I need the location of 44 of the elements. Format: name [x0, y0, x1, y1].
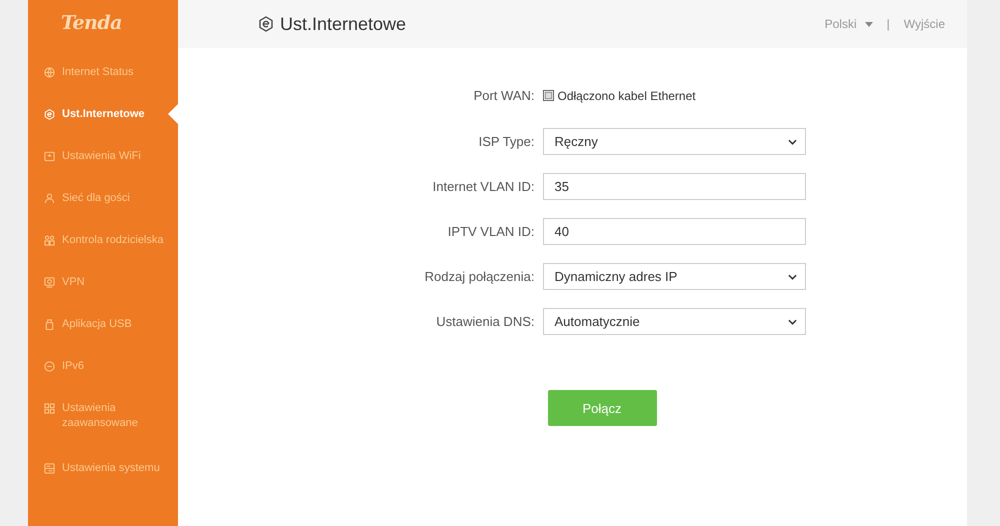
field-label: Ustawienia DNS: — [435, 314, 534, 329]
sidebar-item[interactable]: VPN — [28, 275, 178, 317]
menu-icon — [44, 319, 55, 330]
menu-icon — [44, 67, 55, 78]
sidebar-item[interactable]: Ustawienia WiFi — [28, 149, 178, 191]
input-field[interactable]: 40 — [542, 218, 806, 245]
status-text: Odłączono kabel Ethernet — [558, 88, 696, 102]
logout-link[interactable]: Wyjście — [904, 17, 945, 31]
caret-icon — [864, 22, 873, 26]
sidebar-item[interactable]: Ust.Internetowe — [28, 107, 178, 149]
language-dropdown[interactable]: Polski — [824, 17, 873, 31]
menu-icon — [44, 151, 55, 162]
connect-button[interactable]: Połącz — [548, 390, 656, 426]
page-title: Ust.Internetowe — [280, 14, 406, 34]
menu-icon — [44, 193, 55, 204]
select-field[interactable]: Ręczny — [542, 128, 806, 155]
menu-icon — [44, 463, 55, 474]
logo: Tenda — [60, 11, 123, 36]
separator: | — [886, 17, 890, 31]
chevron-icon — [788, 138, 796, 144]
input-field[interactable]: 35 — [542, 173, 806, 200]
field-label: Internet VLAN ID: — [432, 179, 534, 194]
menu-icon — [44, 109, 55, 120]
sidebar-item[interactable]: Ustawienia zaawansowane — [28, 401, 178, 461]
menu-icon — [44, 403, 55, 414]
sidebar-item[interactable]: Internet Status — [28, 65, 178, 107]
chevron-icon — [788, 274, 796, 280]
menu-icon — [44, 277, 55, 288]
globe-e-icon — [258, 16, 274, 32]
field-label: Port WAN: — [472, 88, 534, 103]
field-label: ISP Type: — [478, 134, 534, 149]
field-label: IPTV VLAN ID: — [446, 224, 534, 239]
sidebar-item[interactable]: IPv6 — [28, 359, 178, 401]
menu-icon — [44, 235, 55, 246]
chevron-icon — [788, 318, 796, 324]
menu-icon — [44, 361, 55, 372]
sidebar-item[interactable]: Kontrola rodzicielska — [28, 233, 178, 275]
select-field[interactable]: Dynamiczny adres IP — [542, 263, 806, 290]
sidebar-item[interactable]: Aplikacja USB — [28, 317, 178, 359]
port-icon — [542, 90, 554, 101]
field-label: Rodzaj połączenia: — [424, 269, 534, 284]
sidebar-item[interactable]: Ustawienia systemu — [28, 461, 178, 503]
select-field[interactable]: Automatycznie — [542, 308, 806, 335]
sidebar-item[interactable]: Sieć dla gości — [28, 191, 178, 233]
